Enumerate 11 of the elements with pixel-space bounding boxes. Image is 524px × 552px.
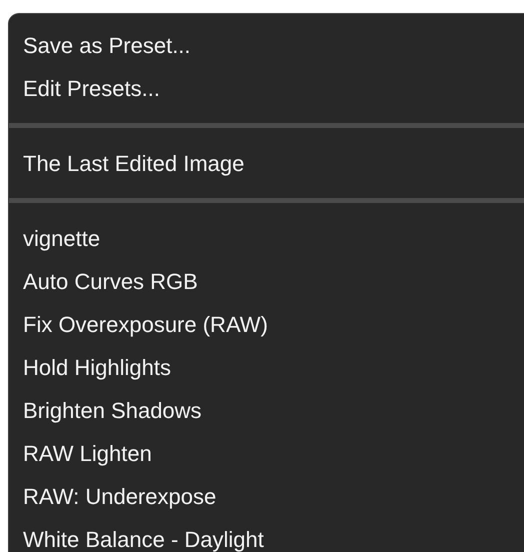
menu-item[interactable]: Hold Highlights	[23, 346, 171, 389]
menu-item[interactable]: White Balance - Daylight	[23, 518, 264, 552]
menu-item[interactable]: RAW Lighten	[23, 432, 152, 475]
menu-item[interactable]: vignette	[23, 217, 100, 260]
menu-item[interactable]: Brighten Shadows	[23, 389, 202, 432]
menu-item[interactable]: RAW: Underexpose	[23, 475, 216, 518]
menu-item[interactable]: The Last Edited Image	[23, 142, 244, 185]
menu-item[interactable]: Auto Curves RGB	[23, 260, 198, 303]
menu-item[interactable]: Fix Overexposure (RAW)	[23, 303, 268, 346]
menu-item[interactable]: Edit Presets...	[23, 67, 160, 110]
menu-item[interactable]: Save as Preset...	[23, 24, 191, 67]
